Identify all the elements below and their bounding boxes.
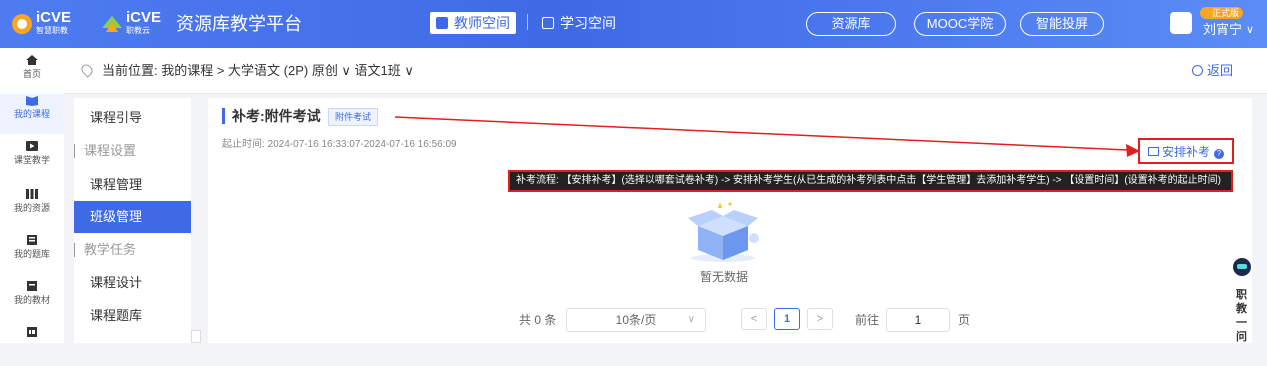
resource-library-button[interactable]: 资源库 [806,12,896,36]
main-panel: 补考:附件考试 附件考试 起止时间: 2024-07-16 16:33:07-2… [208,98,1252,343]
page-size-value: 10条/页 [615,313,657,327]
book-icon [26,96,38,106]
user-name[interactable]: 刘宵宁 [1203,22,1242,38]
chevron-down-icon[interactable]: ∨ [1246,22,1254,38]
left-nav-label: 我的资源 [13,203,50,213]
sidebar-item-course-design[interactable]: 课程设计 [74,267,191,299]
left-nav-my-resources[interactable]: 我的资源 [0,188,64,228]
app-title: 资源库教学平台 [176,14,302,34]
assistant-robot-icon[interactable] [1233,258,1251,276]
nav-student-label: 学习空间 [560,15,616,31]
left-nav-label: 我的课程 [13,109,50,119]
sidebar-item-course-guide[interactable]: 课程引导 [74,102,191,134]
logo1-text: iCVE [36,9,72,26]
goto-label: 前往 [855,313,880,327]
makeup-process-tooltip: 补考流程: 【安排补考】(选择以哪套试卷补考) -> 安排补考学生(从已生成的补… [508,170,1233,192]
left-nav-label: 首页 [22,69,41,79]
icve-logo[interactable]: iCVE 智慧职教 [10,10,90,38]
folder-icon [1148,147,1159,156]
left-nav-home[interactable]: 首页 [0,54,64,94]
status-badge: 正式版 [1200,7,1244,19]
student-space-icon [542,17,554,29]
nav-teacher-label: 教师空间 [454,15,510,31]
title-accent-bar [222,108,225,124]
prev-page-button[interactable]: < [741,308,767,330]
pagination: 共 0 条 10条/页 ∨ < 1 > 前往 1 页 [208,308,1252,332]
question-bank-icon [27,235,37,245]
nav-teacher-space[interactable]: 教师空间 [430,12,516,34]
logo2-sub: 职教云 [126,26,150,35]
sidebar-item-course-management[interactable]: 课程管理 [74,169,191,201]
library-icon [26,189,38,199]
empty-box-icon [688,202,759,262]
sidebar-item-class-management[interactable]: 班级管理 [74,201,191,233]
avatar[interactable] [1170,12,1192,34]
logo2-text: iCVE [126,9,162,26]
help-icon[interactable]: ? [1214,149,1225,159]
left-nav-class-teaching[interactable]: 课堂教学 [0,140,64,180]
top-header: iCVE 智慧职教 iCVE 职教云 资源库教学平台 教师空间 学习空间 资源库… [0,0,1267,48]
empty-state-text: 暂无数据 [699,270,748,284]
left-nav-textbooks[interactable]: 我的教材 [0,280,64,320]
sidebar-collapse-handle[interactable] [191,330,201,343]
exam-time-range: 起止时间: 2024-07-16 16:33:07-2024-07-16 16:… [222,139,457,150]
arrange-makeup-label: 安排补考 [1162,145,1211,159]
home-icon [26,55,38,65]
page-size-select[interactable]: 10条/页 ∨ [566,308,706,332]
next-page-button[interactable]: > [807,308,833,330]
nav-divider [527,14,528,30]
back-label: 返回 [1206,63,1233,78]
left-nav-my-courses[interactable]: 我的课程 [0,94,64,134]
exam-type-tag: 附件考试 [328,108,379,126]
textbook-icon [27,281,37,291]
back-button[interactable]: 返回 [1191,63,1233,79]
page-number-current[interactable]: 1 [774,308,800,330]
course-sidebar: 课程引导 课程设置 课程管理 班级管理 教学任务 课程设计 课程题库 [74,98,191,343]
assistant-label[interactable]: 职教一问 [1236,288,1250,344]
zhijiaoyun-logo-mark-icon [102,16,122,32]
left-nav-label: 我的教材 [13,295,50,305]
page-suffix: 页 [958,313,971,327]
left-nav-question-bank[interactable]: 我的题库 [0,234,64,274]
breadcrumb-text[interactable]: 当前位置: 我的课程 > 大学语文 (2P) 原创 ∨ 语文1班 ∨ [102,63,414,79]
back-arrow-icon [1191,65,1203,76]
chevron-down-icon: ∨ [687,314,695,325]
logo1-sub: 智慧职教 [36,26,68,35]
goto-page-input[interactable]: 1 [886,308,950,332]
arrange-makeup-button[interactable]: 安排补考? [1138,138,1234,164]
left-nav-more[interactable] [0,326,64,366]
page-title: 补考:附件考试 [232,108,321,124]
sidebar-item-question-bank[interactable]: 课程题库 [74,300,191,332]
breadcrumb: 当前位置: 我的课程 > 大学语文 (2P) 原创 ∨ 语文1班 ∨ 返回 [64,48,1267,94]
teacher-space-icon [436,17,448,29]
sidebar-group-course-settings: 课程设置 [74,135,191,167]
location-pin-icon [79,62,95,78]
zhijiaoyun-logo[interactable]: iCVE 职教云 [100,10,170,38]
nav-student-space[interactable]: 学习空间 [542,12,616,34]
more-icon [27,327,37,337]
left-nav: 首页 我的课程 课堂教学 我的资源 我的题库 我的教材 [0,48,64,343]
mooc-college-button[interactable]: MOOC学院 [914,12,1006,36]
icve-logo-mark-icon [12,14,32,34]
left-nav-label: 我的题库 [13,249,50,259]
smart-cast-button[interactable]: 智能投屏 [1020,12,1104,36]
play-icon [26,141,38,151]
left-nav-label: 课堂教学 [13,155,50,165]
pagination-total: 共 0 条 [519,313,557,327]
sidebar-group-teaching-tasks: 教学任务 [74,234,191,266]
